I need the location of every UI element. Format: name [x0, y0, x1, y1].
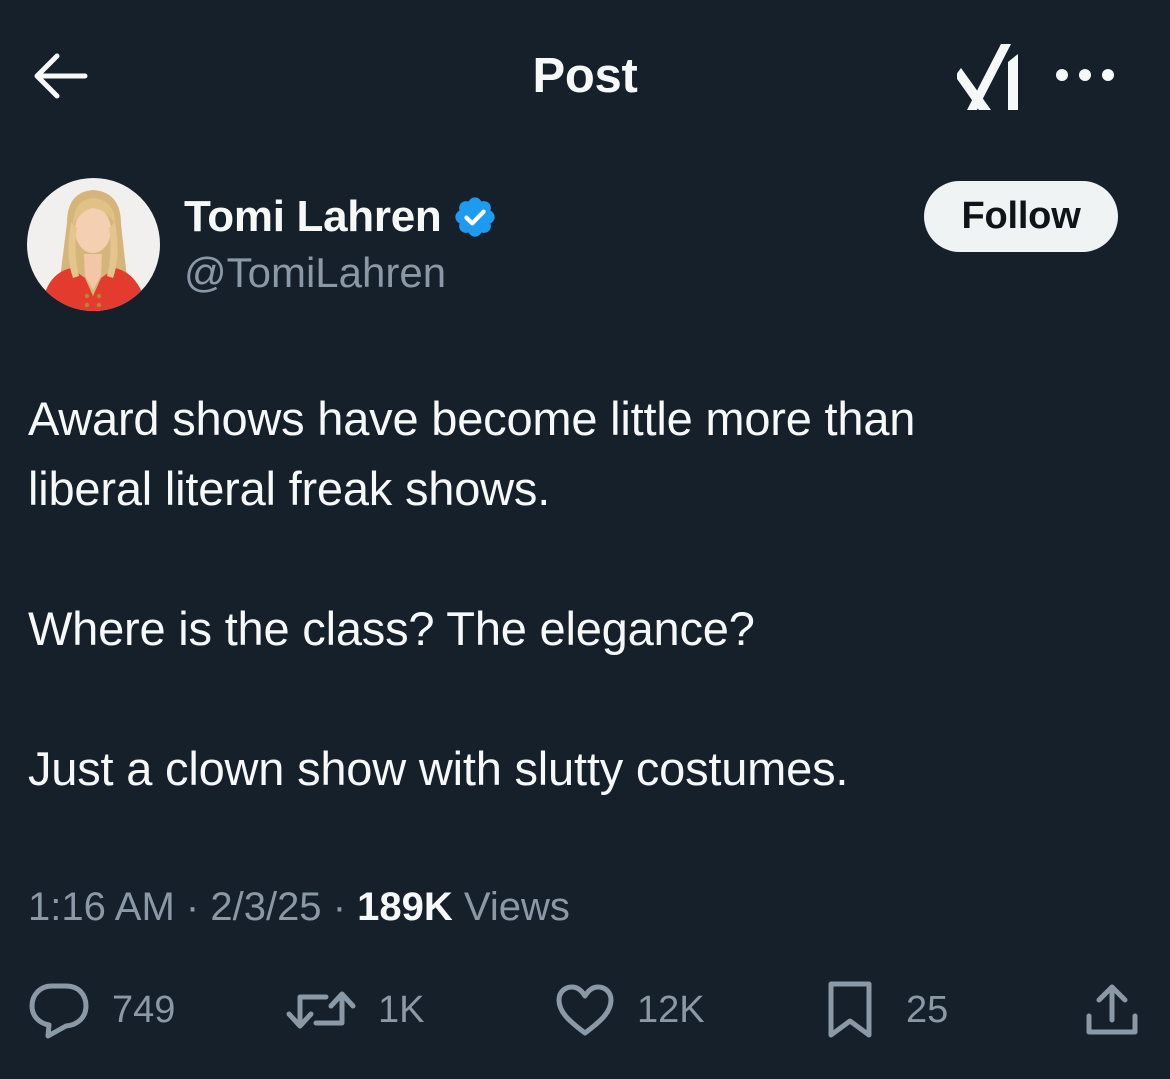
bookmark-count: 25 [906, 989, 949, 1031]
repost-count: 1K [378, 989, 425, 1031]
reply-count: 749 [112, 989, 176, 1031]
share-icon [1086, 984, 1138, 1035]
bookmark-button[interactable]: 25 [826, 975, 948, 1045]
heart-icon [556, 984, 614, 1036]
reply-icon [29, 983, 89, 1039]
meta-separator: · [332, 885, 347, 929]
meta-separator: · [185, 885, 200, 929]
views-count[interactable]: 189K [357, 885, 453, 929]
author-handle[interactable]: @TomiLahren [184, 246, 446, 300]
tweet-time[interactable]: 1:16 AM [28, 885, 175, 929]
repost-icon [286, 991, 356, 1029]
verified-badge-icon[interactable] [452, 194, 498, 240]
views-label[interactable]: Views [464, 885, 570, 929]
like-button[interactable]: 12K [555, 975, 705, 1045]
tweet-date[interactable]: 2/3/25 [210, 885, 321, 929]
share-button[interactable] [1084, 975, 1140, 1045]
tweet-text-line: Just a clown show with slutty costumes. [28, 742, 849, 795]
author-name[interactable]: Tomi Lahren [184, 190, 442, 244]
reply-button[interactable]: 749 [28, 975, 175, 1045]
more-options-button[interactable] [1050, 50, 1120, 100]
grok-button[interactable] [952, 36, 1028, 116]
tweet-text-line: Award shows have become little more than [28, 392, 916, 445]
avatar[interactable] [27, 178, 160, 311]
avatar-image [27, 178, 160, 311]
repost-button[interactable]: 1K [286, 975, 424, 1045]
tweet-text-line: Where is the class? The elegance? [28, 602, 755, 655]
more-horizontal-icon [1056, 69, 1114, 81]
bookmark-icon [828, 981, 872, 1038]
grok-icon [957, 44, 1018, 110]
follow-button[interactable]: Follow [924, 181, 1118, 252]
like-count: 12K [637, 989, 705, 1031]
tweet-text-line: liberal literal freak shows. [28, 462, 551, 515]
tweet-meta: 1:16 AM · 2/3/25 · 189K Views [28, 880, 570, 934]
